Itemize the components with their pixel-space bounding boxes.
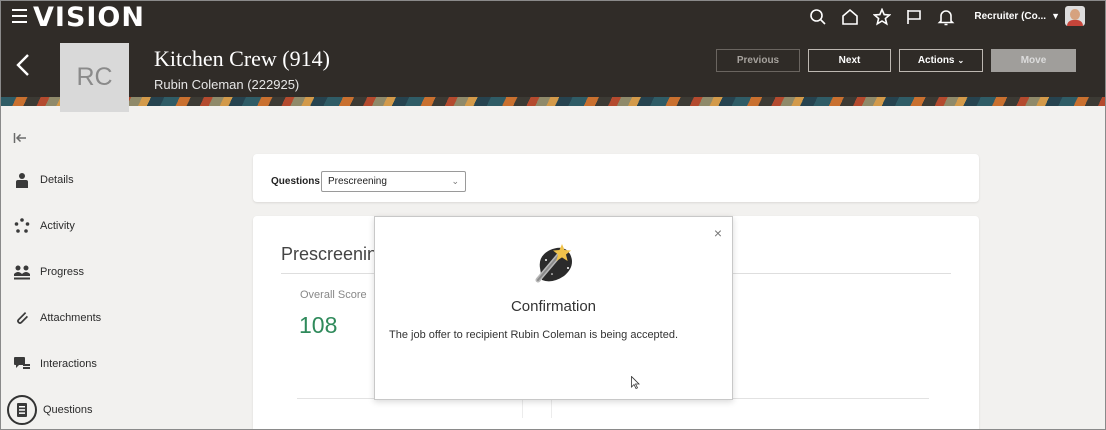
activity-icon <box>13 217 31 235</box>
back-arrow-icon[interactable] <box>15 53 31 77</box>
user-name: Recruiter (Co... <box>974 10 1047 22</box>
paperclip-icon <box>13 309 31 327</box>
sidebar-item-label: Interactions <box>40 358 97 370</box>
sidebar-item-label: Details <box>40 174 74 186</box>
sidebar-item-activity[interactable]: Activity <box>13 217 75 235</box>
previous-button[interactable]: Previous <box>716 49 800 72</box>
home-icon[interactable] <box>839 8 861 26</box>
avatar[interactable] <box>1065 6 1085 26</box>
sidebar-item-label: Questions <box>43 404 93 416</box>
progress-icon <box>13 263 31 281</box>
actions-label: Actions <box>917 55 955 66</box>
sidebar-item-interactions[interactable]: Interactions <box>13 355 97 373</box>
move-button[interactable]: Move <box>991 49 1076 72</box>
person-icon <box>13 171 31 189</box>
next-button[interactable]: Next <box>808 49 891 72</box>
global-toolbar <box>807 8 957 26</box>
sidebar-item-progress[interactable]: Progress <box>13 263 84 281</box>
sidebar-item-label: Progress <box>40 266 85 278</box>
questions-icon <box>7 395 37 425</box>
sidebar-item-label: Activity <box>40 220 75 232</box>
chevron-down-icon: ⌄ <box>451 176 459 186</box>
avatar: RC <box>60 43 129 112</box>
bell-icon[interactable] <box>935 8 957 26</box>
user-menu[interactable]: Recruiter (Co... ▼ <box>974 6 1085 26</box>
questions-card: Questions Prescreening ⌄ <box>253 154 979 202</box>
shooting-star-icon <box>535 244 572 283</box>
sidebar-item-label: Attachments <box>40 312 102 324</box>
overall-score-value: 108 <box>299 312 338 338</box>
questions-select[interactable]: Prescreening ⌄ <box>321 171 466 192</box>
chevron-down-icon: ▼ <box>1051 11 1060 21</box>
chevron-down-icon: ⌄ <box>957 56 965 65</box>
star-icon[interactable] <box>871 8 893 26</box>
search-icon[interactable] <box>807 8 829 26</box>
dialog-title: Confirmation <box>510 298 597 315</box>
flag-icon[interactable] <box>903 8 925 26</box>
collapse-panel-icon[interactable] <box>13 131 27 145</box>
sidebar-item-attachments[interactable]: Attachments <box>13 309 101 327</box>
sidebar-item-questions[interactable]: Questions <box>7 395 93 425</box>
confirmation-dialog: × Confirmation The job offer to recipien… <box>374 216 733 400</box>
overall-score-label: Overall Score <box>300 289 367 301</box>
app-window: VISION Recruiter (Co... ▼ Kitchen Crew (… <box>0 0 1106 430</box>
prescreening-heading: Prescreening <box>281 244 388 264</box>
decorative-banner <box>1 97 1105 106</box>
interactions-icon <box>13 355 31 373</box>
actions-button[interactable]: Actions ⌄ <box>899 49 983 72</box>
mouse-cursor-icon <box>631 376 640 389</box>
sidebar-item-details[interactable]: Details <box>13 171 74 189</box>
dialog-message: The job offer to recipient Rubin Coleman… <box>389 329 679 341</box>
page-header: VISION Recruiter (Co... ▼ Kitchen Crew (… <box>1 1 1105 105</box>
candidate-name: Rubin Coleman (222925) <box>154 77 300 92</box>
job-title: Kitchen Crew (914) <box>154 46 330 71</box>
menu-icon[interactable] <box>12 9 27 23</box>
questions-label: Questions <box>271 176 320 187</box>
brand-logo[interactable]: VISION <box>33 2 145 33</box>
questions-select-value: Prescreening <box>328 176 387 187</box>
close-icon[interactable]: × <box>714 225 722 241</box>
